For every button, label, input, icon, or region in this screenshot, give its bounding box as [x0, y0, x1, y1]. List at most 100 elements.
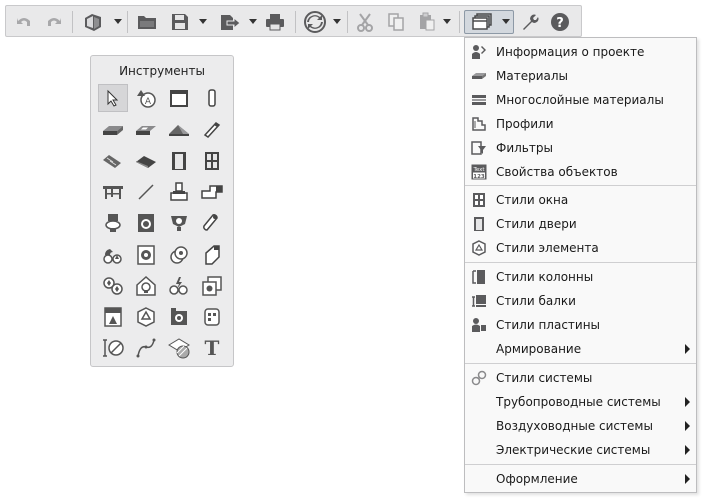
lamp-tool[interactable] [131, 272, 161, 300]
duct-fitting-icon [205, 245, 220, 265]
duct-tool[interactable] [164, 241, 194, 269]
save-dropdown-arrow[interactable] [199, 19, 207, 24]
menu-item-reinforcement[interactable]: Армирование [465, 337, 696, 361]
menu-item-window-styles[interactable]: Стили окна [465, 188, 696, 212]
export-icon [221, 15, 241, 30]
text-tool[interactable]: T [197, 334, 227, 362]
menu-item-element-styles[interactable]: Стили элемента [465, 236, 696, 260]
beam-tool[interactable] [197, 116, 227, 144]
export-dropdown-arrow[interactable] [249, 19, 257, 24]
export-button[interactable] [216, 10, 244, 34]
undo-button[interactable] [11, 10, 37, 34]
menu-item-plate-styles[interactable]: Стили пластины [465, 313, 696, 337]
object-tool[interactable] [164, 178, 194, 206]
dome-tool[interactable] [131, 303, 161, 331]
project-info-icon [471, 44, 487, 60]
profiles-icon [471, 116, 487, 132]
roof-tool[interactable] [164, 116, 194, 144]
window-tool[interactable] [197, 147, 227, 175]
redo-button[interactable] [41, 10, 67, 34]
submenu-arrow-icon [685, 344, 690, 354]
menu-item-label: Стили пластины [496, 318, 601, 332]
line-tool[interactable] [131, 178, 161, 206]
appliance-tool[interactable] [131, 209, 161, 237]
column-tool[interactable] [197, 84, 227, 112]
select-tool[interactable] [98, 84, 128, 112]
menu-item-beam-styles[interactable]: Стили балки [465, 289, 696, 313]
equipment-tool[interactable] [197, 272, 227, 300]
menu-item-duct-systems[interactable]: Воздуховодные системы [465, 414, 696, 438]
pipe-fitting-tool[interactable] [197, 178, 227, 206]
plate-styles-icon [471, 317, 487, 333]
3d-view-button[interactable] [79, 10, 107, 34]
text-tool-glyph: T [205, 337, 220, 359]
plumbing-tool[interactable] [98, 209, 128, 237]
styles-dropdown-menu: Информация о проекте Материалы Многослой… [464, 37, 697, 493]
pipe-tool[interactable] [197, 209, 227, 237]
open-button[interactable] [133, 10, 161, 34]
camera-tool[interactable] [164, 303, 194, 331]
lamp-icon [136, 275, 156, 296]
menu-item-object-properties[interactable]: Text 123 Свойства объектов [465, 160, 696, 184]
styles-dropdown-arrow[interactable] [502, 19, 510, 24]
electric-tool[interactable] [164, 272, 194, 300]
hatch-tool[interactable] [164, 334, 194, 362]
menu-item-layered-materials[interactable]: Многослойные материалы [465, 88, 696, 112]
styles-button[interactable] [464, 10, 514, 34]
sync-button[interactable] [300, 10, 330, 34]
paste-dropdown-arrow[interactable] [443, 19, 451, 24]
menu-item-filters[interactable]: Фильтры [465, 136, 696, 160]
print-button[interactable] [261, 10, 289, 34]
layered-materials-icon [471, 92, 487, 108]
stair-tool[interactable] [98, 147, 128, 175]
menu-separator [465, 363, 696, 364]
door-tool[interactable] [164, 147, 194, 175]
menu-separator [465, 185, 696, 186]
boiler-tool[interactable] [131, 241, 161, 269]
menu-item-piping-systems[interactable]: Трубопроводные системы [465, 390, 696, 414]
dimension-tool[interactable] [98, 334, 128, 362]
help-icon: ? [551, 13, 569, 31]
help-icon-glyph: ? [556, 16, 564, 31]
paste-button[interactable] [414, 10, 440, 34]
ramp-tool[interactable] [131, 147, 161, 175]
toolbar-separator [127, 11, 128, 33]
save-button[interactable] [166, 10, 194, 34]
slab-opening-tool[interactable] [131, 116, 161, 144]
menu-item-materials[interactable]: Материалы [465, 64, 696, 88]
menu-item-label: Стили окна [496, 193, 569, 207]
slab-tool[interactable] [98, 116, 128, 144]
menu-item-appearance[interactable]: Оформление [465, 467, 696, 491]
print-icon [266, 14, 284, 31]
3d-view-dropdown-arrow[interactable] [114, 19, 122, 24]
water-tool[interactable] [98, 241, 128, 269]
wall-tool[interactable] [164, 84, 194, 112]
circle-column-tool[interactable]: A [131, 84, 161, 112]
schedule-tool[interactable] [197, 303, 227, 331]
settings-button[interactable] [517, 10, 543, 34]
fixture-tool[interactable] [164, 209, 194, 237]
duct-fitting-tool[interactable] [197, 241, 227, 269]
copy-button[interactable] [383, 10, 409, 34]
menu-item-door-styles[interactable]: Стили двери [465, 212, 696, 236]
filters-icon [471, 140, 487, 156]
cut-button[interactable] [352, 10, 378, 34]
menu-item-system-styles[interactable]: Стили системы [465, 366, 696, 390]
menu-item-project-info[interactable]: Информация о проекте [465, 40, 696, 64]
object-icon [170, 182, 188, 201]
line-icon [138, 184, 154, 200]
sync-dropdown-arrow[interactable] [333, 19, 341, 24]
menu-item-label: Электрические системы [496, 443, 651, 457]
menu-item-column-styles[interactable]: Стили колонны [465, 265, 696, 289]
styles-icon [472, 13, 492, 30]
panel-tool[interactable] [98, 303, 128, 331]
menu-item-profiles[interactable]: Профили [465, 112, 696, 136]
menu-item-electrical-systems[interactable]: Электрические системы [465, 438, 696, 462]
menu-item-label: Фильтры [496, 141, 553, 155]
curve-tool[interactable] [131, 334, 161, 362]
help-button[interactable]: ? [547, 10, 573, 34]
fan-tool[interactable] [98, 272, 128, 300]
redo-icon [48, 18, 61, 26]
wall-icon [170, 90, 188, 107]
furniture-tool[interactable] [98, 178, 128, 206]
